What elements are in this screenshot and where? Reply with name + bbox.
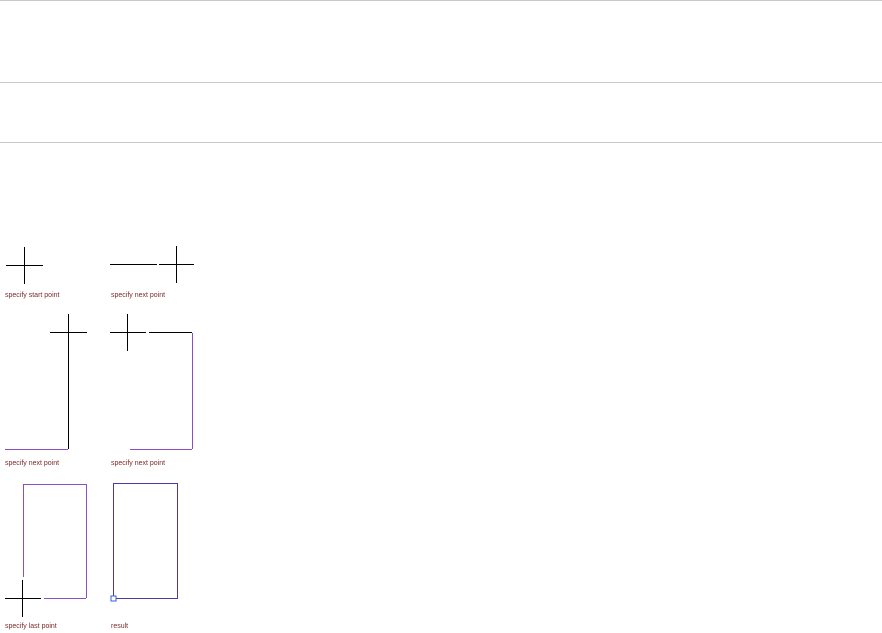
step-5-panel: specify last point: [5, 484, 87, 630]
step-6-panel: result: [110, 483, 178, 630]
step-5-label: specify last point: [5, 623, 57, 630]
crosshair-cursor-icon: [110, 314, 146, 351]
rectangle-drawing-steps-diagram: specify start point specify next point s…: [5, 246, 194, 630]
grip-square-icon: [110, 595, 117, 602]
step-1-label: specify start point: [5, 292, 60, 299]
crosshair-cursor-icon: [159, 246, 194, 283]
result-rectangle: [113, 483, 178, 599]
step-2-panel: specify next point: [110, 246, 194, 299]
crosshair-cursor-icon: [6, 247, 43, 284]
crosshair-cursor-icon: [5, 580, 41, 617]
step-4-label: specify next point: [111, 460, 165, 467]
step-3-label: specify next point: [5, 460, 59, 467]
step-6-label: result: [111, 623, 128, 630]
step-2-label: specify next point: [111, 292, 165, 299]
step-3-panel: specify next point: [5, 314, 87, 467]
crosshair-cursor-icon: [50, 314, 87, 350]
step-4-panel: specify next point: [110, 314, 193, 467]
step-1-panel: specify start point: [5, 247, 60, 299]
